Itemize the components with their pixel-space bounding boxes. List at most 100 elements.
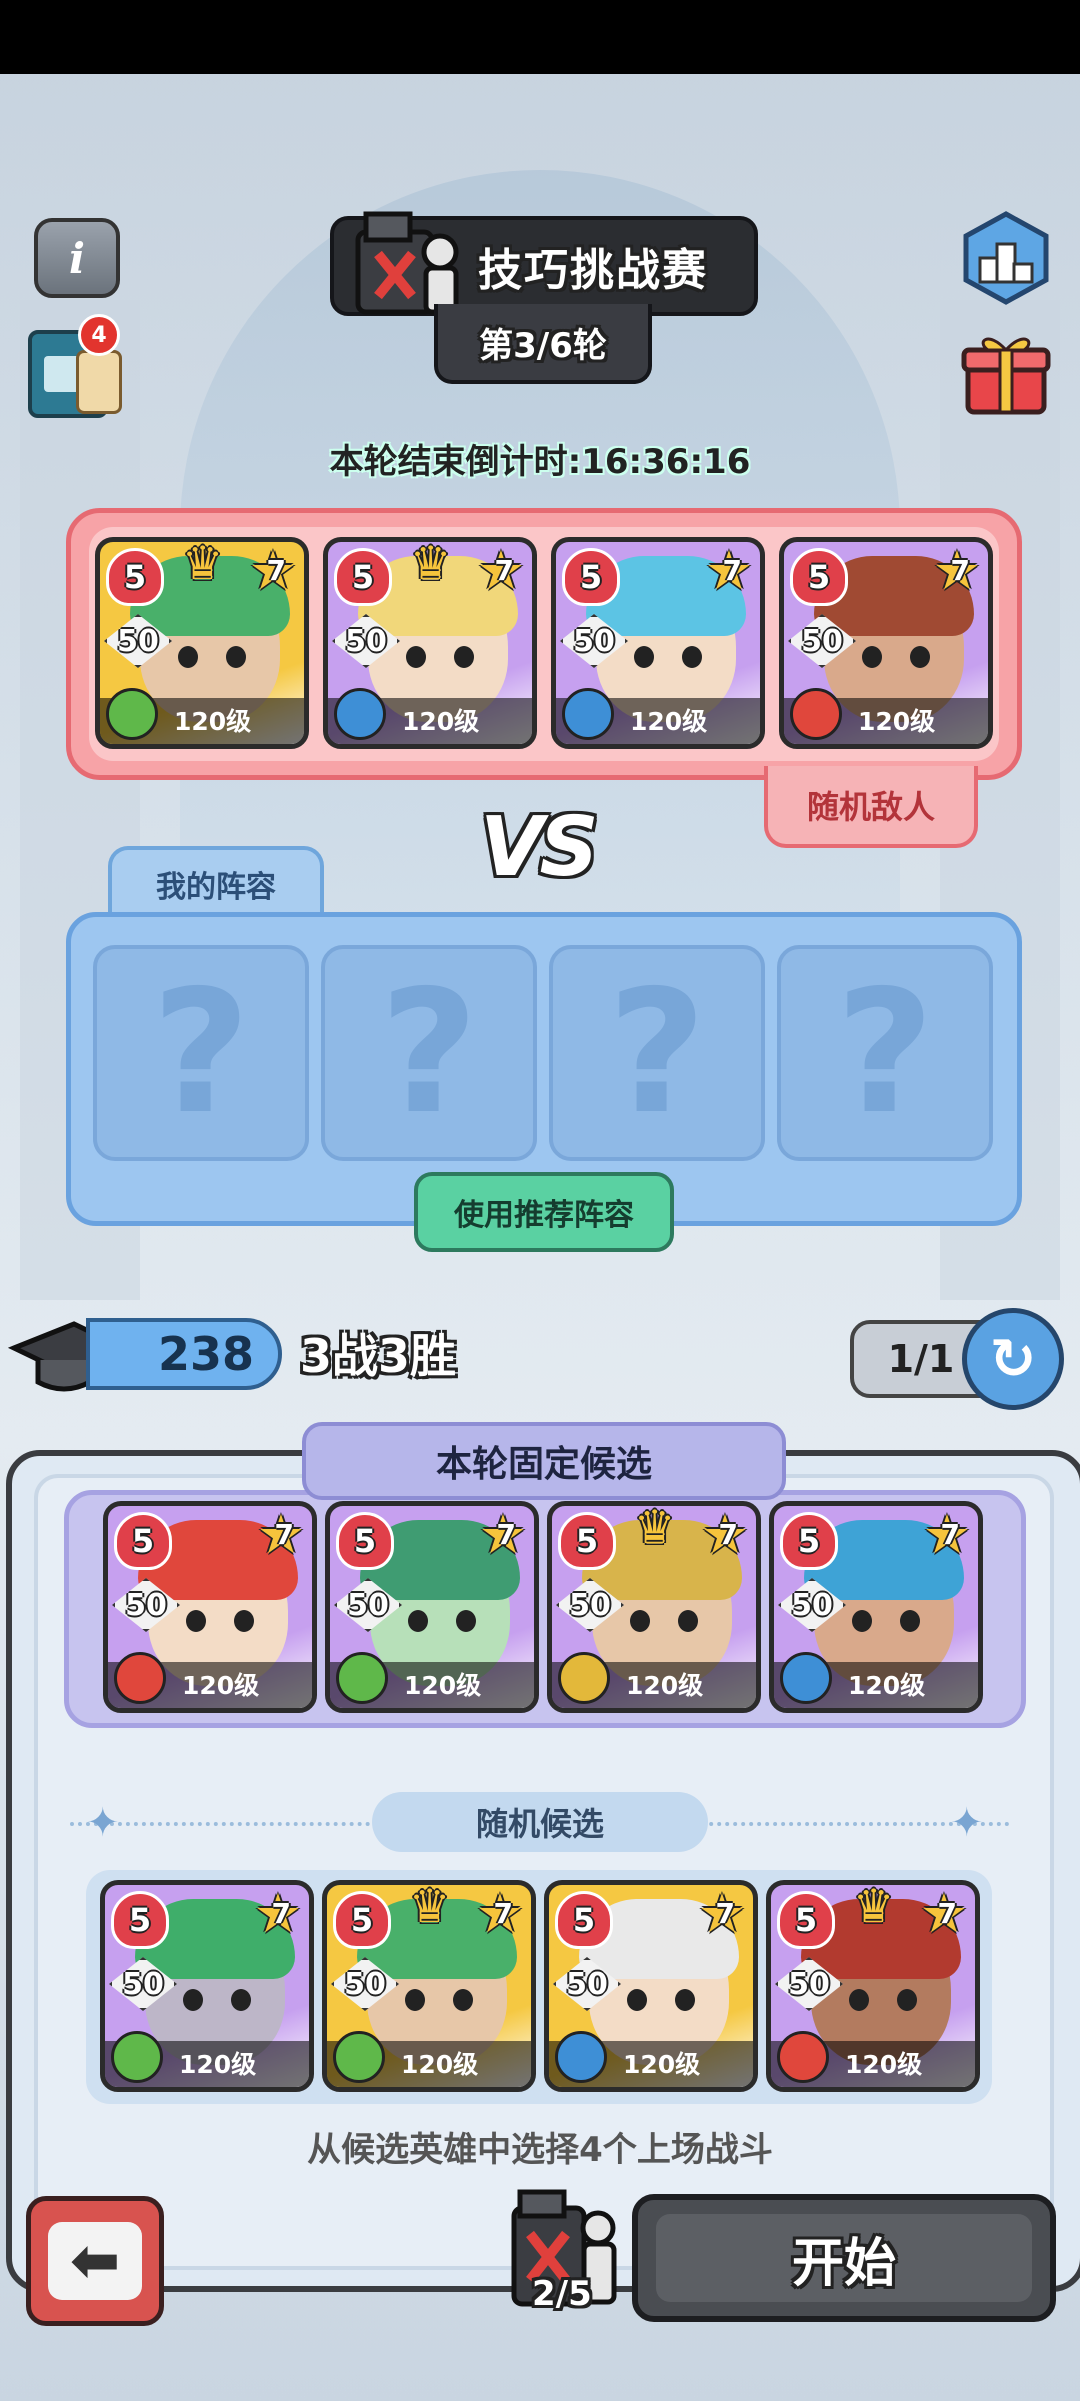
sparkle-icon: ✦: [86, 1800, 120, 1846]
hero-eye: [226, 646, 246, 668]
hero-eye: [406, 646, 426, 668]
hero-eye: [849, 1989, 869, 2011]
scroll-icon: [76, 350, 122, 414]
score-points: 238: [86, 1318, 282, 1390]
back-arrow-icon: ⬅: [48, 2222, 142, 2300]
podium-icon: [963, 211, 1049, 305]
hero-card: 5 50 ★ 7 120级: [779, 537, 993, 749]
info-button[interactable]: i: [34, 218, 120, 298]
empty-lineup-slot[interactable]: ?: [93, 945, 309, 1161]
empty-lineup-slot[interactable]: ?: [777, 945, 993, 1161]
hero-eye: [675, 1989, 695, 2011]
rules-book-button[interactable]: 4: [24, 314, 122, 418]
fixed-candidates-box: 5 50 ★ 7 120级 5 50 ★ 7 120级 ♛ 5 50 ★ 7 120级 5 50 ★ 7 120级: [64, 1490, 1026, 1728]
grade-number: 7: [493, 1897, 513, 1930]
grade-number: 7: [940, 1518, 960, 1551]
hero-level: 120级: [401, 2050, 479, 2079]
hero-card: ♛ 5 50 ★ 7 120级: [323, 537, 537, 749]
wind-element-icon: [111, 2031, 163, 2083]
hero-level: 120级: [174, 707, 252, 736]
random-enemy-tag: 随机敌人: [764, 766, 978, 848]
wind-element-icon: [106, 688, 158, 740]
hero-eye: [178, 646, 198, 668]
hero-card[interactable]: ♛ 5 50 ★ 7 120级: [322, 1880, 536, 2092]
gift-icon: [961, 337, 1051, 415]
star-rank-badge: 5: [777, 1891, 835, 1949]
fire-element-icon: [777, 2031, 829, 2083]
water-element-icon: [562, 688, 614, 740]
hero-card[interactable]: 5 50 ★ 7 120级: [100, 1880, 314, 2092]
star-rank-badge: 5: [334, 548, 392, 606]
hero-eye: [678, 1610, 698, 1632]
empty-lineup-slot[interactable]: ?: [549, 945, 765, 1161]
fire-element-icon: [114, 1652, 166, 1704]
grade-number: 7: [937, 1897, 957, 1930]
round-countdown: 本轮结束倒计时:16:36:16: [329, 442, 751, 482]
hero-card[interactable]: 5 50 ★ 7 120级: [769, 1501, 983, 1713]
sparkle-icon: ✦: [950, 1800, 984, 1846]
hero-eye: [627, 1989, 647, 2011]
hero-card[interactable]: 5 50 ★ 7 120级: [325, 1501, 539, 1713]
hero-level: 120级: [858, 707, 936, 736]
grade-number: 7: [266, 554, 286, 587]
hero-eye: [405, 1989, 425, 2011]
water-element-icon: [780, 1652, 832, 1704]
hero-eye: [897, 1989, 917, 2011]
crown-icon: ♛: [853, 1880, 895, 1933]
empty-lineup-slot[interactable]: ?: [321, 945, 537, 1161]
star-rank-badge: 5: [780, 1512, 838, 1570]
hero-level: 120级: [623, 2050, 701, 2079]
grade-number: 7: [718, 1518, 738, 1551]
back-button[interactable]: ⬅: [26, 2196, 164, 2326]
star-rank-badge: 5: [558, 1512, 616, 1570]
ticket-count: 2/5: [532, 2274, 592, 2314]
hero-eye: [453, 1989, 473, 2011]
hero-level: 120级: [179, 2050, 257, 2079]
gift-button[interactable]: [958, 324, 1054, 420]
refresh-button[interactable]: ↻: [962, 1308, 1064, 1410]
grade-number: 7: [715, 1897, 735, 1930]
refresh-icon: ↻: [989, 1326, 1037, 1392]
hero-level: 120级: [630, 707, 708, 736]
grade-number: 7: [496, 1518, 516, 1551]
crown-icon: ♛: [182, 537, 224, 590]
water-element-icon: [334, 688, 386, 740]
hero-level: 120级: [182, 1671, 260, 1700]
star-rank-badge: 5: [555, 1891, 613, 1949]
round-label: 第3/6轮: [479, 325, 607, 366]
info-icon: i: [69, 233, 85, 283]
grade-number: 7: [271, 1897, 291, 1930]
star-rank-badge: 5: [562, 548, 620, 606]
hero-card: ♛ 5 50 ★ 7 120级: [95, 537, 309, 749]
status-bar: [0, 0, 1080, 74]
hero-level: 120级: [848, 1671, 926, 1700]
fixed-candidates-tab: 本轮固定候选: [302, 1422, 786, 1500]
hero-eye: [408, 1610, 428, 1632]
hero-eye: [186, 1610, 206, 1632]
hero-eye: [852, 1610, 872, 1632]
vs-label: VS: [480, 800, 599, 895]
random-candidates-box: 5 50 ★ 7 120级 ♛ 5 50 ★ 7 120级 5 50 ★ 7 120级 ♛ 5 50 ★ 7 120级: [86, 1870, 992, 2104]
hero-card[interactable]: 5 50 ★ 7 120级: [103, 1501, 317, 1713]
star-rank-badge: 5: [106, 548, 164, 606]
selection-hint: 从候选英雄中选择4个上场战斗: [307, 2130, 773, 2170]
star-rank-badge: 5: [333, 1891, 391, 1949]
hero-card[interactable]: 5 50 ★ 7 120级: [544, 1880, 758, 2092]
grade-number: 7: [494, 554, 514, 587]
wind-element-icon: [336, 1652, 388, 1704]
my-lineup-tab: 我的阵容: [108, 846, 324, 918]
hero-card[interactable]: ♛ 5 50 ★ 7 120级: [766, 1880, 980, 2092]
use-recommended-lineup-button[interactable]: 使用推荐阵容: [414, 1172, 674, 1252]
hero-eye: [682, 646, 702, 668]
leaderboard-button[interactable]: [958, 210, 1054, 306]
enemy-panel: ♛ 5 50 ★ 7 120级 ♛ 5 50 ★ 7 120级 5 50 ★ 7 120级 5 50 ★ 7 120级: [66, 508, 1022, 780]
crown-icon: ♛: [409, 1880, 451, 1933]
hero-eye: [234, 1610, 254, 1632]
star-rank-badge: 5: [790, 548, 848, 606]
earth-element-icon: [558, 1652, 610, 1704]
battle-record: 3战3胜: [300, 1329, 457, 1383]
hero-card[interactable]: ♛ 5 50 ★ 7 120级: [547, 1501, 761, 1713]
grade-number: 7: [274, 1518, 294, 1551]
start-button[interactable]: 开始: [632, 2194, 1056, 2322]
hero-eye: [634, 646, 654, 668]
